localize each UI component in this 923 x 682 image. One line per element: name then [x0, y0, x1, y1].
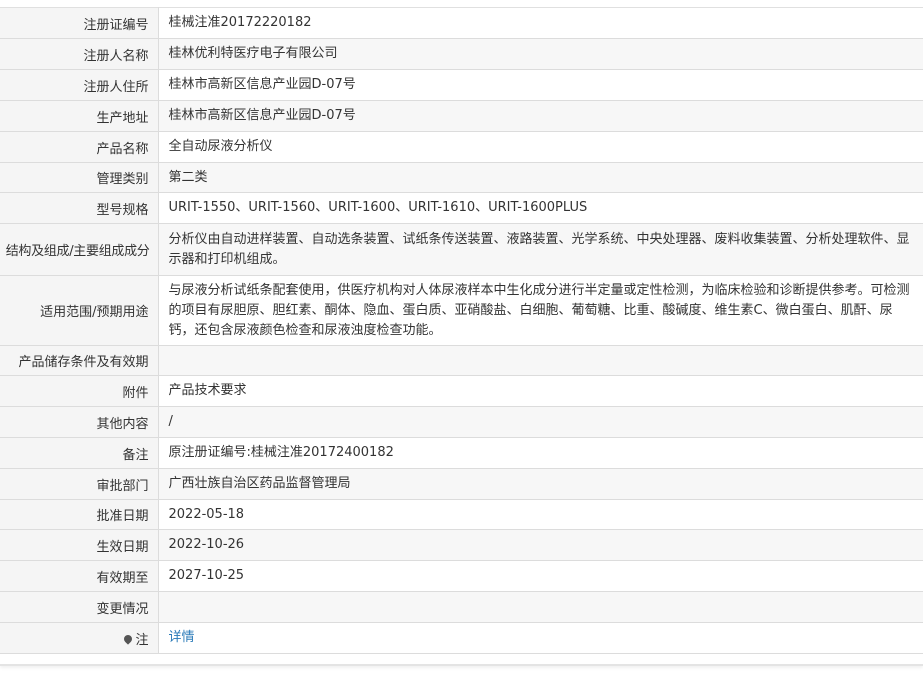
row-value: 详情: [158, 622, 923, 654]
row-value: 原注册证编号:桂械注准20172400182: [158, 437, 923, 469]
table-row: 审批部门 广西壮族自治区药品监督管理局: [0, 468, 923, 500]
row-value: /: [158, 406, 923, 438]
registration-details-table: 注册证编号 桂械注准20172220182 注册人名称 桂林优利特医疗电子有限公…: [0, 7, 923, 654]
row-label: 附件: [0, 375, 159, 407]
row-value: 桂林优利特医疗电子有限公司: [158, 38, 923, 70]
row-label: 注: [135, 632, 149, 648]
row-label: 其他内容: [0, 406, 159, 438]
row-label: 结构及组成/主要组成成分: [0, 223, 159, 276]
row-value: 广西壮族自治区药品监督管理局: [158, 468, 923, 500]
row-value: 全自动尿液分析仪: [158, 131, 923, 163]
table-row: 其他内容 /: [0, 406, 923, 438]
row-label: 注册人名称: [0, 38, 159, 70]
row-value: 第二类: [158, 162, 923, 193]
note-label: 注: [0, 622, 159, 654]
table-row: 产品名称 全自动尿液分析仪: [0, 131, 923, 163]
table-row: 生效日期 2022-10-26: [0, 529, 923, 561]
row-label: 注册证编号: [0, 7, 159, 39]
row-value: 2027-10-25: [158, 560, 923, 592]
map-pin-icon: [122, 632, 135, 645]
table-row: 注册人住所 桂林市高新区信息产业园D-07号: [0, 69, 923, 101]
row-label: 审批部门: [0, 468, 159, 500]
row-value: 桂林市高新区信息产业园D-07号: [158, 69, 923, 101]
row-label: 型号规格: [0, 192, 159, 224]
row-value: 2022-10-26: [158, 529, 923, 561]
row-value: 产品技术要求: [158, 375, 923, 407]
row-label: 批准日期: [0, 499, 159, 530]
details-link[interactable]: 详情: [169, 630, 195, 645]
row-label: 生产地址: [0, 100, 159, 132]
table-row: 产品储存条件及有效期: [0, 345, 923, 376]
row-value: URIT-1550、URIT-1560、URIT-1600、URIT-1610、…: [158, 192, 923, 224]
row-label: 适用范围/预期用途: [0, 275, 159, 346]
row-value: 桂械注准20172220182: [158, 7, 923, 39]
table-row: 变更情况: [0, 591, 923, 623]
row-value: 2022-05-18: [158, 499, 923, 530]
table-row: 有效期至 2027-10-25: [0, 560, 923, 592]
table-row: 备注 原注册证编号:桂械注准20172400182: [0, 437, 923, 469]
row-label: 注册人住所: [0, 69, 159, 101]
row-value: 桂林市高新区信息产业园D-07号: [158, 100, 923, 132]
row-label: 变更情况: [0, 591, 159, 623]
table-row: 管理类别 第二类: [0, 162, 923, 193]
row-value: 分析仪由自动进样装置、自动选条装置、试纸条传送装置、液路装置、光学系统、中央处理…: [158, 223, 923, 276]
table-row: 注册证编号 桂械注准20172220182: [0, 7, 923, 39]
table-row: 注册人名称 桂林优利特医疗电子有限公司: [0, 38, 923, 70]
table-row: 生产地址 桂林市高新区信息产业园D-07号: [0, 100, 923, 132]
table-row: 注 详情: [0, 622, 923, 654]
row-label: 备注: [0, 437, 159, 469]
row-label: 产品储存条件及有效期: [0, 345, 159, 376]
table-row: 结构及组成/主要组成成分 分析仪由自动进样装置、自动选条装置、试纸条传送装置、液…: [0, 223, 923, 276]
row-label: 管理类别: [0, 162, 159, 193]
table-row: 适用范围/预期用途 与尿液分析试纸条配套使用，供医疗机构对人体尿液样本中生化成分…: [0, 275, 923, 346]
row-label: 有效期至: [0, 560, 159, 592]
row-value: 与尿液分析试纸条配套使用，供医疗机构对人体尿液样本中生化成分进行半定量或定性检测…: [158, 275, 923, 346]
registration-details-panel: 注册证编号 桂械注准20172220182 注册人名称 桂林优利特医疗电子有限公…: [0, 0, 923, 666]
row-label: 生效日期: [0, 529, 159, 561]
table-row: 附件 产品技术要求: [0, 375, 923, 407]
row-label: 产品名称: [0, 131, 159, 163]
table-row: 批准日期 2022-05-18: [0, 499, 923, 530]
row-value: [158, 345, 923, 376]
row-value: [158, 591, 923, 623]
table-row: 型号规格 URIT-1550、URIT-1560、URIT-1600、URIT-…: [0, 192, 923, 224]
